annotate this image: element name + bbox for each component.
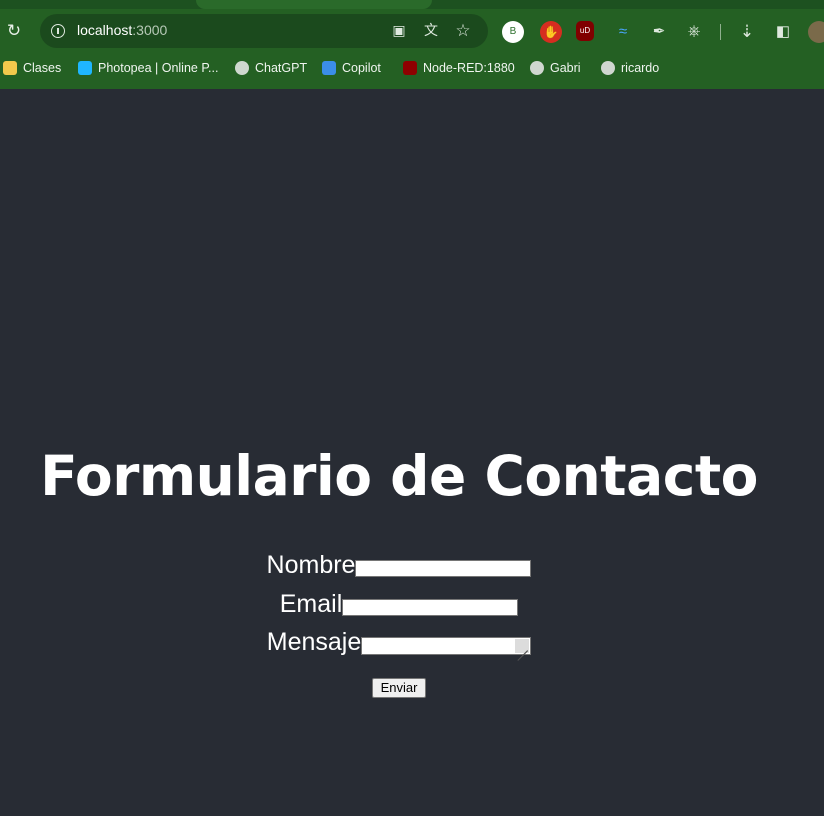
bookmark-label: Copilot [342,61,381,75]
extensions-puzzle-icon[interactable]: ⎈ [683,21,705,43]
reload-icon[interactable]: ↻ [4,21,24,41]
message-label: Mensaje [266,628,362,656]
ublock-icon[interactable]: uD [576,21,594,41]
resize-grip-icon[interactable] [515,639,530,653]
page-title: Formulario de Contacto [40,444,758,508]
email-input[interactable] [342,599,519,616]
chatgpt-icon [235,61,249,75]
message-textarea[interactable] [361,637,532,655]
bookmark-label: ricardo [621,61,660,75]
downloads-icon[interactable]: ⇣ [736,21,758,43]
install-app-icon[interactable]: ▣ [390,22,408,40]
profile-avatar[interactable] [808,21,824,43]
browser-chrome: ↻ localhost:3000 ▣ 文 ☆ B ✋ uD ≈ ✒ ⎈ ⇣ ◧ … [0,0,824,89]
ublock-label: uD [579,26,591,35]
email-row: Email [0,589,798,619]
bookmark-copilot[interactable]: Copilot [322,59,381,77]
email-label: Email [279,590,343,618]
toolbar-divider [720,24,721,40]
bookmark-label: Gabri [550,61,581,75]
copilot-icon [322,61,336,75]
address-bar[interactable]: localhost:3000 ▣ 文 ☆ [40,14,488,48]
bookmark-label: Photopea | Online P... [98,61,219,75]
bookmark-gabri[interactable]: Gabri [530,59,581,77]
bookmark-label: ChatGPT [255,61,308,75]
active-tab[interactable] [196,0,432,9]
classroom-icon [3,61,17,75]
bookmark-photopea[interactable]: Photopea | Online P... [78,59,218,77]
github-icon [530,61,544,75]
bookmarks-bar: Clases Photopea | Online P... ChatGPT Co… [0,55,824,81]
site-info-icon[interactable] [51,24,65,38]
adblock-hand-icon[interactable]: ✋ [540,21,562,43]
bookmark-star-icon[interactable]: ☆ [454,22,472,40]
submit-button[interactable]: Enviar [372,678,426,698]
tab-strip [0,0,824,9]
bookmark-ricardo[interactable]: ricardo [601,59,659,77]
name-input[interactable] [355,560,532,577]
wave-extension-icon[interactable]: ≈ [612,21,634,43]
extension-b-label: B [509,26,517,37]
translate-icon[interactable]: 文 [422,22,440,40]
url-text[interactable]: localhost:3000 [77,22,167,38]
node-red-icon [403,61,417,75]
url-host: localhost [77,22,133,38]
name-label: Nombre [266,551,356,579]
bookmark-clases[interactable]: Clases [3,59,61,77]
bookmark-label: Node-RED:1880 [423,61,515,75]
message-row: Mensaje [0,627,798,657]
bookmark-label: Clases [23,61,62,75]
browser-toolbar: ↻ localhost:3000 ▣ 文 ☆ B ✋ uD ≈ ✒ ⎈ ⇣ ◧ [0,9,824,54]
eyedropper-icon[interactable]: ✒ [648,21,670,43]
bookmark-node-red[interactable]: Node-RED:1880 [403,59,515,77]
extension-b-icon[interactable]: B [502,21,524,43]
github-icon [601,61,615,75]
bookmark-chatgpt[interactable]: ChatGPT [235,59,307,77]
name-row: Nombre [0,550,798,580]
side-panel-icon[interactable]: ◧ [772,21,794,43]
url-port: :3000 [132,22,168,38]
photopea-icon [78,61,92,75]
